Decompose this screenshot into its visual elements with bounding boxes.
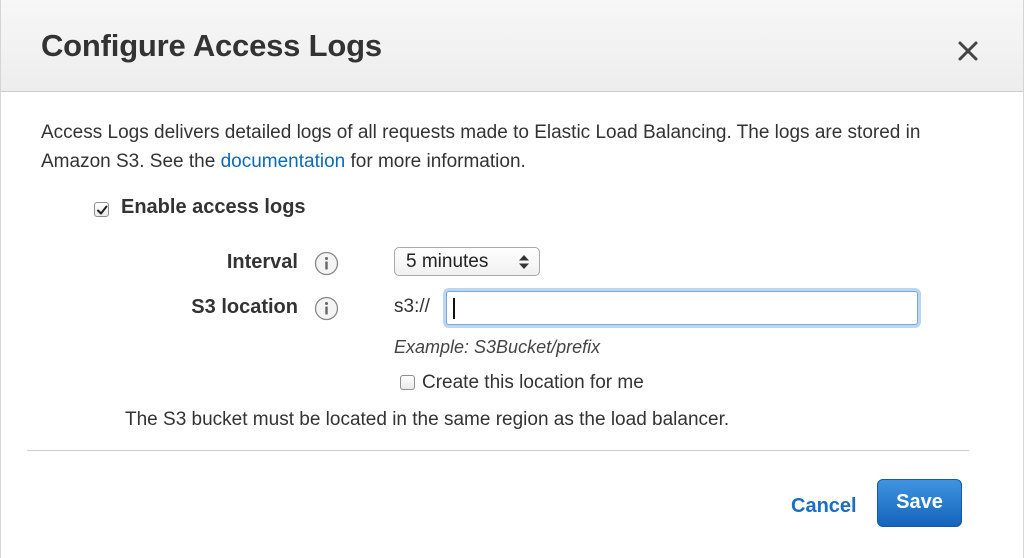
interval-select[interactable]: 5 minutes	[394, 247, 540, 276]
s3-location-example: Example: S3Bucket/prefix	[394, 337, 601, 357]
checkmark-icon	[97, 205, 108, 215]
interval-label: Interval	[226, 251, 298, 273]
dialog-header: Configure Access Logs	[1, 0, 1023, 92]
select-arrows-icon	[519, 255, 529, 269]
documentation-link[interactable]: documentation	[221, 151, 346, 172]
save-button[interactable]: Save	[877, 479, 962, 527]
enable-access-logs-checkbox[interactable]	[94, 202, 109, 217]
s3-prefix: s3://	[394, 296, 430, 317]
create-location-label[interactable]: Create this location for me	[422, 372, 644, 394]
interval-selected-value: 5 minutes	[406, 251, 489, 272]
region-note: The S3 bucket must be located in the sam…	[125, 409, 730, 430]
text-caret	[453, 298, 455, 319]
footer-divider	[27, 450, 969, 451]
s3-location-info-icon[interactable]	[314, 296, 339, 321]
cancel-button[interactable]: Cancel	[791, 495, 857, 518]
create-location-checkbox[interactable]	[400, 375, 415, 390]
close-button[interactable]	[955, 38, 981, 64]
description-text-after: for more information.	[345, 151, 526, 172]
enable-access-logs-label[interactable]: Enable access logs	[121, 196, 306, 219]
interval-info-icon[interactable]	[314, 251, 339, 276]
close-icon	[958, 41, 978, 61]
s3-location-input[interactable]	[446, 291, 918, 325]
description: Access Logs delivers detailed logs of al…	[41, 118, 941, 176]
dialog-title: Configure Access Logs	[41, 28, 382, 63]
configure-access-logs-dialog: Configure Access Logs Access Logs delive…	[0, 0, 1024, 558]
s3-location-label: S3 location	[191, 296, 298, 318]
